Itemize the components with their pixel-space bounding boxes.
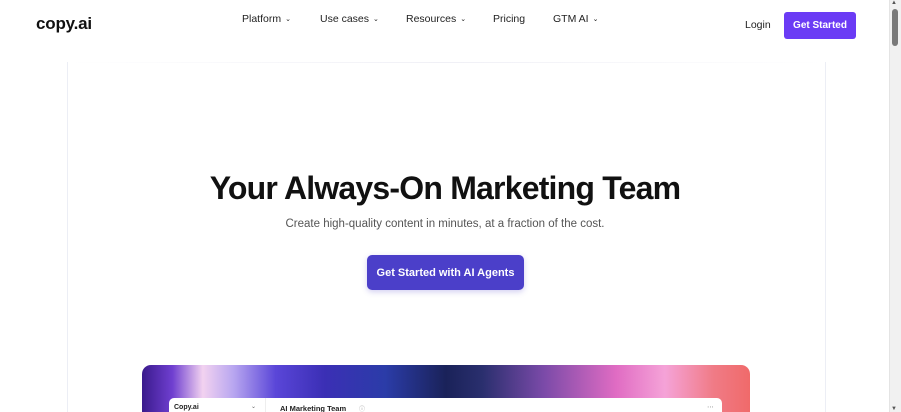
page-scrollbar[interactable]: ▲ ▼ <box>889 0 901 412</box>
chevron-down-icon: ⌄ <box>592 16 599 23</box>
page: copy.ai Platform ⌄ Use cases ⌄ Resources… <box>0 0 901 412</box>
nav-item-label: GTM AI <box>553 13 589 25</box>
scroll-up-arrow-icon[interactable]: ▲ <box>891 0 897 6</box>
hero-card <box>67 62 826 412</box>
nav-item-label: Resources <box>406 13 457 25</box>
preview-sidebar: Copy.ai ⌄ <box>169 398 266 412</box>
top-navbar: copy.ai Platform ⌄ Use cases ⌄ Resources… <box>0 0 890 52</box>
chevron-down-icon: ⌄ <box>460 16 467 23</box>
preview-app-window: Copy.ai ⌄ AI Marketing Team ⓘ ⋯ <box>169 398 722 412</box>
chevron-down-icon: ⌄ <box>373 16 379 23</box>
chevron-down-icon: ⌄ <box>251 404 257 410</box>
nav-item-label: Use cases <box>320 13 370 25</box>
nav-item-label: Pricing <box>493 13 526 25</box>
product-preview: Copy.ai ⌄ AI Marketing Team ⓘ ⋯ <box>142 365 750 412</box>
scroll-thumb[interactable] <box>892 9 898 46</box>
preview-brand: Copy.ai <box>174 404 199 411</box>
nav-item-resources[interactable]: Resources ⌄ <box>406 13 466 25</box>
login-link[interactable]: Login <box>745 19 771 31</box>
hero-subtitle: Create high-quality content in minutes, … <box>285 218 605 230</box>
info-icon: ⓘ <box>359 407 366 412</box>
scroll-down-arrow-icon[interactable]: ▼ <box>891 406 897 412</box>
hero-title: Your Always-On Marketing Team <box>209 170 681 206</box>
more-icon: ⋯ <box>707 404 714 411</box>
get-started-ai-agents-button[interactable]: Get Started with AI Agents <box>367 255 524 290</box>
nav-item-gtm-ai[interactable]: GTM AI ⌄ <box>553 13 598 25</box>
chevron-down-icon: ⌄ <box>285 16 291 23</box>
nav-item-pricing[interactable]: Pricing <box>493 13 525 25</box>
nav-item-use-cases[interactable]: Use cases ⌄ <box>320 13 379 25</box>
preview-title: AI Marketing Team <box>280 404 347 412</box>
logo[interactable]: copy.ai <box>36 14 92 34</box>
nav-item-label: Platform <box>242 13 282 25</box>
nav-item-platform[interactable]: Platform ⌄ <box>242 13 291 25</box>
get-started-button[interactable]: Get Started <box>784 12 856 39</box>
